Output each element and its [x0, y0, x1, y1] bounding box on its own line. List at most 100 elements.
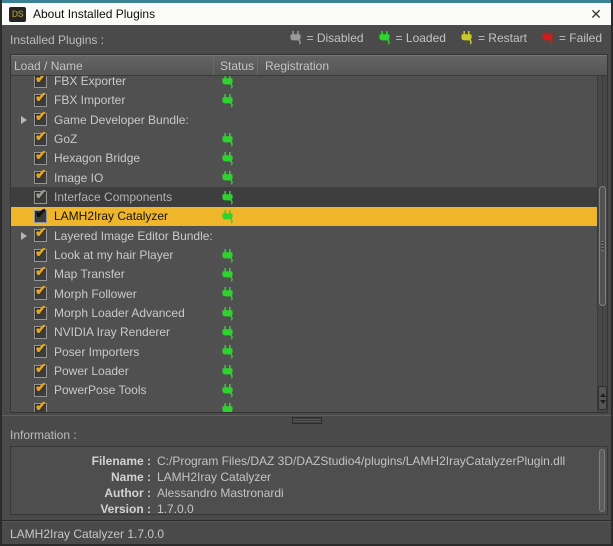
- plug-icon: [222, 93, 233, 108]
- check-icon: ✔: [35, 282, 47, 299]
- check-icon: ✔: [35, 262, 47, 279]
- splitter-drag-handle[interactable]: [291, 417, 322, 424]
- plugin-list: Load / Name Status Registration ✔ FBX Ex…: [10, 54, 608, 413]
- plugin-load-checkbox[interactable]: ✔: [34, 147, 47, 165]
- plugin-load-checkbox[interactable]: ✔: [34, 340, 47, 359]
- plug-icon: [222, 345, 233, 359]
- plugin-load-checkbox[interactable]: ✔: [34, 76, 47, 88]
- plug-icon: [222, 76, 233, 89]
- plug-icon: [222, 132, 233, 147]
- information-field-value: Alessandro Mastronardi: [157, 486, 284, 500]
- plugin-name: Morph Loader Advanced: [54, 306, 185, 321]
- plugin-row[interactable]: ✔ Layered Image Editor Bundle:: [11, 224, 597, 245]
- plugin-row[interactable]: ✔ PowerPose Tools: [11, 379, 597, 400]
- information-scrollbar-thumb[interactable]: [599, 449, 605, 512]
- information-field-value: C:/Program Files/DAZ 3D/DAZStudio4/plugi…: [157, 454, 566, 468]
- plug-icon: [222, 383, 233, 398]
- plugin-row[interactable]: ✔ Game Developer Bundle:: [11, 108, 597, 129]
- plugin-status-cell: [214, 284, 258, 303]
- check-icon: ✔: [35, 204, 47, 221]
- column-header-registration[interactable]: Registration: [265, 59, 329, 73]
- plugin-status-cell: [214, 76, 258, 91]
- plugin-status-cell: [214, 400, 258, 412]
- plugin-row[interactable]: ✔ Look at my hair Player: [11, 244, 597, 264]
- plugin-load-checkbox[interactable]: ✔: [34, 108, 47, 127]
- plugin-load-checkbox[interactable]: ✔: [34, 89, 47, 107]
- plugin-row[interactable]: ✔ Poser Importers: [11, 340, 597, 361]
- plugin-load-checkbox[interactable]: ✔: [34, 398, 47, 412]
- scrollbar-arrow-buttons[interactable]: [598, 386, 607, 410]
- column-separator: [257, 56, 258, 75]
- plugin-load-checkbox[interactable]: ✔: [34, 379, 47, 397]
- expand-arrow-icon[interactable]: [19, 230, 31, 242]
- plugin-status-cell: [214, 129, 258, 148]
- plugin-row[interactable]: ✔ GoZ: [11, 128, 597, 148]
- plugin-load-checkbox[interactable]: ✔: [34, 205, 47, 223]
- plugin-row[interactable]: ✔ Morph Loader Advanced: [11, 302, 597, 322]
- plugin-status-cell: [214, 265, 258, 284]
- plugin-list-viewport: ✔ FBX Exporter ✔ FBX Importer ✔ Game Dev…: [11, 76, 597, 412]
- plugin-list-header: Load / Name Status Registration: [11, 55, 607, 76]
- plugin-name: Map Transfer: [54, 267, 125, 282]
- plugin-row[interactable]: ✔ Interface Components: [11, 186, 597, 207]
- scroll-up-icon[interactable]: [599, 392, 606, 397]
- scroll-down-icon[interactable]: [599, 399, 606, 404]
- plugin-load-checkbox[interactable]: ✔: [34, 128, 47, 146]
- plugin-row[interactable]: ✔ Power Loader: [11, 360, 597, 380]
- plugin-name: Hexagon Bridge: [54, 151, 141, 166]
- expand-arrow-icon[interactable]: [19, 114, 31, 126]
- plug-icon: [222, 287, 233, 301]
- column-header-status[interactable]: Status: [220, 59, 254, 73]
- plugin-row[interactable]: ✔ LAMH2Iray Catalyzer: [11, 205, 597, 227]
- legend-item: = Failed: [541, 30, 602, 45]
- plugin-status-cell: [214, 342, 258, 361]
- plugin-name: Morph Follower: [54, 286, 137, 301]
- plugin-name: Look at my hair Player: [54, 248, 174, 263]
- check-icon: ✔: [35, 378, 47, 395]
- plugin-load-checkbox[interactable]: ✔: [34, 360, 47, 378]
- legend-label: = Loaded: [395, 30, 446, 45]
- plugin-load-checkbox[interactable]: ✔: [34, 282, 47, 301]
- column-separator: [213, 56, 214, 75]
- plug-icon: [222, 267, 233, 282]
- information-field-row: Author : Alessandro Mastronardi: [11, 485, 607, 501]
- plugin-load-checkbox[interactable]: ✔: [34, 166, 47, 185]
- legend-plug-slot: [541, 30, 554, 45]
- plugin-row[interactable]: ✔: [11, 398, 597, 412]
- information-field-value: LAMH2Iray Catalyzer: [157, 470, 272, 484]
- plugin-name: PowerPose Tools: [54, 383, 147, 398]
- plugin-row[interactable]: ✔ Morph Follower: [11, 282, 597, 303]
- daz-studio-app-icon: DS: [9, 6, 26, 22]
- check-icon: ✔: [35, 243, 47, 260]
- close-icon[interactable]: ✕: [579, 3, 611, 25]
- information-field-row: Name : LAMH2Iray Catalyzer: [11, 469, 607, 485]
- plugin-load-checkbox[interactable]: ✔: [34, 244, 47, 262]
- plugin-row[interactable]: ✔ Hexagon Bridge: [11, 147, 597, 168]
- plugin-row[interactable]: ✔ NVIDIA Iray Renderer: [11, 321, 597, 342]
- plugin-load-checkbox[interactable]: ✔: [34, 224, 47, 243]
- plugin-row[interactable]: ✔ FBX Exporter: [11, 76, 597, 91]
- scrollbar-thumb[interactable]: [599, 186, 606, 306]
- plugin-status-cell: [214, 187, 258, 206]
- information-panel: Filename : C:/Program Files/DAZ 3D/DAZSt…: [10, 446, 608, 517]
- plug-icon: [222, 190, 233, 205]
- plugin-load-checkbox[interactable]: ✔: [34, 321, 47, 339]
- plugin-load-checkbox[interactable]: ✔: [34, 263, 47, 281]
- plugin-row[interactable]: ✔ Image IO: [11, 166, 597, 187]
- plugin-status-cell: [214, 381, 258, 400]
- information-fields: Filename : C:/Program Files/DAZ 3D/DAZSt…: [11, 453, 607, 517]
- check-icon: ✔: [35, 398, 47, 412]
- legend-plug-slot: [378, 30, 391, 45]
- column-header-load-name[interactable]: Load / Name: [14, 59, 83, 73]
- information-scrollbar[interactable]: [598, 448, 606, 513]
- plugin-name: Poser Importers: [54, 344, 140, 359]
- plugin-row[interactable]: ✔ FBX Importer: [11, 89, 597, 110]
- plug-icon: [222, 325, 233, 340]
- plugin-row[interactable]: ✔ Map Transfer: [11, 263, 597, 284]
- check-icon: ✔: [35, 301, 47, 318]
- vertical-scrollbar[interactable]: [597, 76, 607, 412]
- information-field-label: Filename :: [91, 454, 151, 468]
- plugin-load-checkbox[interactable]: ✔: [34, 302, 47, 320]
- plugin-load-checkbox[interactable]: ✔: [34, 186, 47, 204]
- titlebar[interactable]: DS About Installed Plugins ✕: [2, 0, 611, 25]
